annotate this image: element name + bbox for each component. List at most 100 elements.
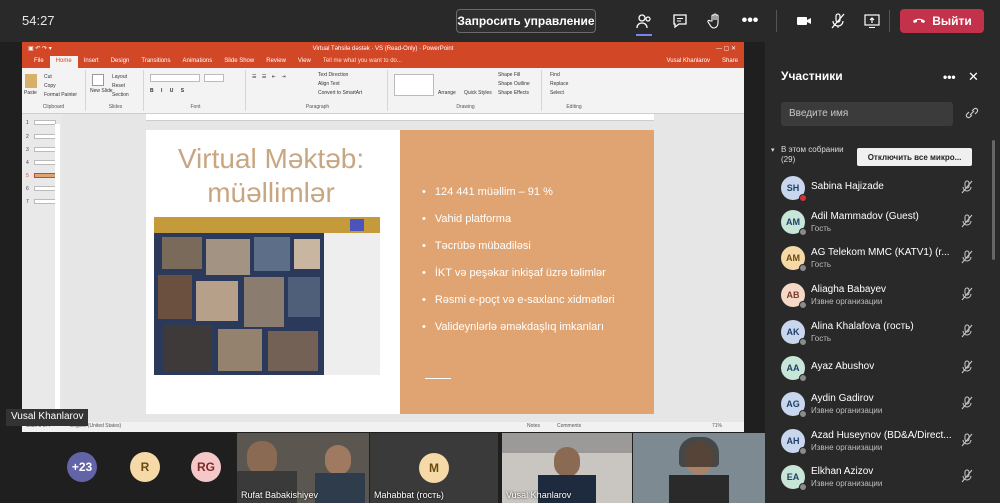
mic-off-icon[interactable]: [959, 286, 975, 302]
avatar-initials: AK: [786, 327, 800, 337]
participants-icon[interactable]: [632, 10, 656, 36]
ppt-tab-slideshow: Slide Show: [224, 58, 255, 64]
participant-row[interactable]: AG Aydin Gadirov Извне организации: [781, 392, 981, 428]
meeting-toolbar: 54:27 Запросить управление ••• Выйти: [0, 0, 1000, 42]
more-icon[interactable]: •••: [943, 70, 956, 84]
avatar: EA: [781, 465, 807, 491]
avatar: AB: [781, 283, 807, 309]
participant-avatar[interactable]: RG: [191, 452, 221, 482]
mic-off-icon[interactable]: [959, 432, 975, 448]
mute-all-button[interactable]: Отключить все микро...: [857, 148, 972, 166]
link-icon[interactable]: [965, 106, 979, 125]
collage-photo: [206, 239, 250, 275]
slide-title: Virtual Məktəb: müəllimlər: [156, 142, 386, 210]
participant-row[interactable]: EA Elkhan Azizov Извне организации: [781, 465, 981, 501]
person-shape: [247, 441, 277, 475]
ppt-tab-design: Design: [110, 58, 130, 64]
slide-thumb: [34, 134, 56, 139]
participant-role: Гость: [811, 334, 832, 343]
meeting-timer: 54:27: [22, 13, 55, 28]
avatar-initials: SH: [786, 183, 800, 193]
request-control-button[interactable]: Запросить управление: [456, 9, 596, 33]
avatar: AH: [781, 429, 807, 455]
participant-role: Гость: [811, 260, 832, 269]
more-participants-count[interactable]: +23: [67, 452, 97, 482]
participant-row[interactable]: SH Sabina Hajizade: [781, 176, 981, 212]
teacher-collage-image: [154, 217, 380, 375]
mic-off-icon[interactable]: [959, 468, 975, 484]
video-tile[interactable]: [633, 433, 765, 503]
shape-outline-label: Shape Outline: [498, 81, 530, 87]
mic-off-icon[interactable]: [826, 10, 850, 32]
comments-status: Comments: [557, 423, 582, 429]
participant-name: Aydin Gadirov: [811, 393, 874, 404]
leave-button[interactable]: Выйти: [900, 9, 984, 33]
mic-off-icon[interactable]: [959, 323, 975, 339]
participant-row[interactable]: AB Aliagha Babayev Извне организации: [781, 283, 981, 319]
video-tile[interactable]: Rufat Babakishiyev: [237, 433, 369, 503]
collage-photo: [218, 329, 262, 371]
status-dot: [799, 228, 807, 236]
collage-photo: [268, 331, 318, 371]
thumb-number: 7: [26, 199, 29, 205]
participant-row[interactable]: AK Alina Khalafova (гость) Гость: [781, 320, 981, 356]
participant-search-input[interactable]: Введите имя: [781, 102, 953, 126]
camera-icon[interactable]: [792, 10, 816, 32]
participant-role: Извне организации: [811, 406, 883, 415]
ppt-tab-insert: Insert: [83, 58, 99, 64]
ppt-tab-animations: Animations: [182, 58, 213, 64]
bullets-panel: 124 441 müəllim – 91 % Vahid platforma T…: [400, 130, 654, 414]
shape-fill-label: Shape Fill: [498, 72, 521, 78]
status-dot: [799, 264, 807, 272]
video-label: Mahabbat (гость): [374, 490, 444, 500]
collage-white-area: [324, 233, 380, 375]
mic-off-icon[interactable]: [959, 249, 975, 265]
raise-hand-icon[interactable]: [703, 10, 727, 32]
hair-shape: [679, 437, 719, 467]
mic-off-icon[interactable]: [959, 359, 975, 375]
participant-avatar[interactable]: R: [130, 452, 160, 482]
shapes-gallery: [394, 74, 434, 96]
avatar: AM: [781, 210, 807, 236]
ppt-window-title: Virtual Təhsilə dəstək · VS (Read-Only) …: [312, 46, 454, 52]
replace-label: Replace: [550, 81, 569, 87]
participant-row[interactable]: AM AG Telekom MMC (KATV1) (r... Гость: [781, 246, 981, 282]
participant-name: Aliagha Babayev: [811, 284, 887, 295]
collage-photo: [196, 281, 238, 321]
participant-row[interactable]: AH Azad Huseynov (BD&A/Direct... Извне о…: [781, 429, 981, 465]
in-meeting-section-header[interactable]: В этом собрании (29): [781, 145, 851, 165]
mic-off-icon[interactable]: [959, 213, 975, 229]
layout-label: Layout: [112, 74, 128, 80]
mic-off-icon[interactable]: [959, 179, 975, 195]
zoom-level: 71%: [712, 423, 723, 429]
video-tile[interactable]: M Mahabbat (гость): [370, 433, 498, 503]
participant-row[interactable]: AA Ayaz Abushov: [781, 356, 981, 392]
video-label: Vusal Khanlarov: [506, 490, 572, 500]
share-icon[interactable]: [860, 10, 884, 32]
chevron-down-icon[interactable]: ▾: [771, 146, 775, 154]
participants-scrollbar[interactable]: [992, 140, 995, 260]
video-tile[interactable]: Vusal Khanlarov: [502, 433, 632, 503]
close-icon[interactable]: ✕: [968, 69, 979, 85]
chat-icon[interactable]: [668, 10, 692, 32]
mic-off-icon[interactable]: [959, 395, 975, 411]
slides-group-label: Slides: [108, 104, 123, 110]
participant-row[interactable]: AM Adil Mammadov (Guest) Гость: [781, 210, 981, 246]
collage-photo: [294, 239, 320, 269]
ppt-tab-view: View: [297, 58, 311, 64]
participant-name: Alina Khalafova (гость): [811, 321, 914, 332]
font-group-label: Font: [190, 104, 201, 110]
ribbon-font: B I U S Font: [146, 70, 246, 111]
vertical-ruler: [55, 124, 60, 424]
bullet-item: Vahid platforma: [422, 213, 511, 225]
new-slide-icon: [92, 74, 104, 86]
current-slide: Virtual Məktəb: müəllimlər 124 441 müəll…: [146, 130, 654, 414]
more-icon[interactable]: •••: [738, 10, 762, 32]
collage-photo: [288, 277, 320, 317]
bullet-item: İKT və peşəkar inkişaf üzrə təlimlər: [422, 267, 606, 279]
status-dot: [799, 483, 807, 491]
find-label: Find: [550, 72, 560, 78]
participants-panel: Участники ••• ✕ Введите имя ▾ В этом соб…: [765, 42, 1000, 503]
participant-name: Azad Huseynov (BD&A/Direct...: [811, 430, 951, 441]
avatar-initials: AG: [786, 399, 800, 409]
